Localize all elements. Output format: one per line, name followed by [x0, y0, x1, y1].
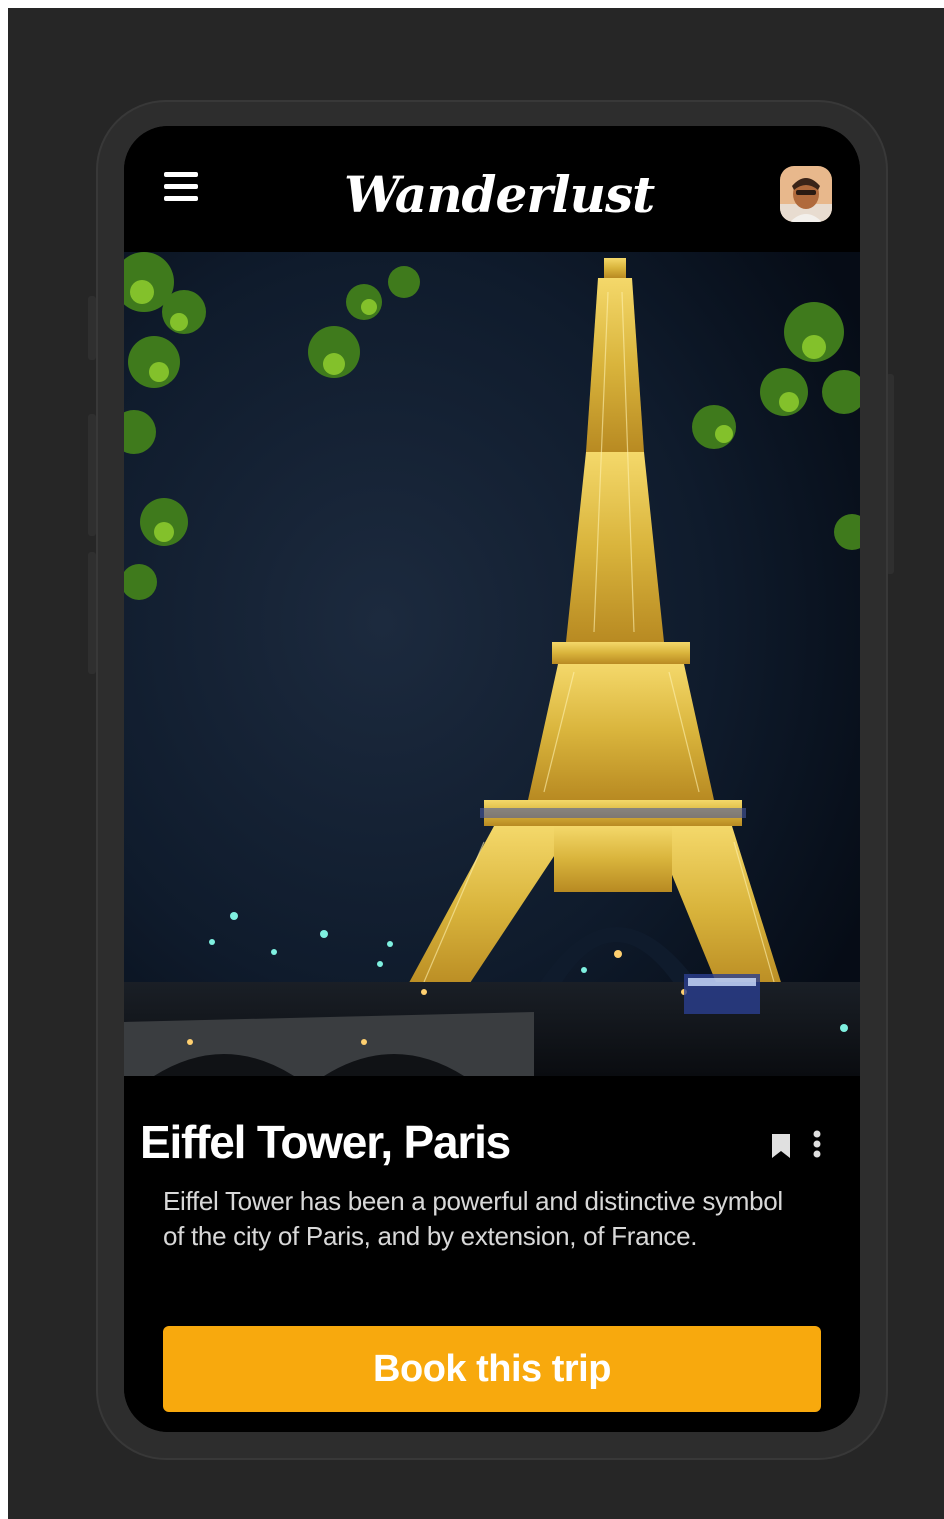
phone-screen: Wanderlust Eiffel Tower, Paris Eiffel To…	[124, 126, 860, 1432]
eiffel-tower-photo	[124, 252, 860, 1076]
phone-side-button	[88, 296, 96, 360]
user-avatar[interactable]	[780, 166, 832, 222]
bookmark-glyph	[772, 1134, 790, 1158]
more-dots-glyph	[813, 1130, 821, 1158]
avatar-icon	[780, 166, 832, 222]
place-card: Eiffel Tower, Paris Eiffel Tower has bee…	[124, 1076, 860, 1432]
app-logo: Wanderlust	[344, 165, 655, 224]
more-vertical-icon[interactable]	[810, 1130, 824, 1160]
phone-volume-down-button	[88, 552, 96, 674]
phone-volume-up-button	[88, 414, 96, 536]
hero-image	[124, 252, 860, 1076]
app-header: Wanderlust	[124, 126, 860, 252]
place-title: Eiffel Tower, Paris	[140, 1116, 511, 1168]
book-trip-button[interactable]: Book this trip	[163, 1326, 821, 1412]
hamburger-menu-icon[interactable]	[162, 170, 200, 202]
place-description: Eiffel Tower has been a powerful and dis…	[163, 1186, 783, 1251]
bookmark-icon[interactable]	[770, 1132, 792, 1160]
